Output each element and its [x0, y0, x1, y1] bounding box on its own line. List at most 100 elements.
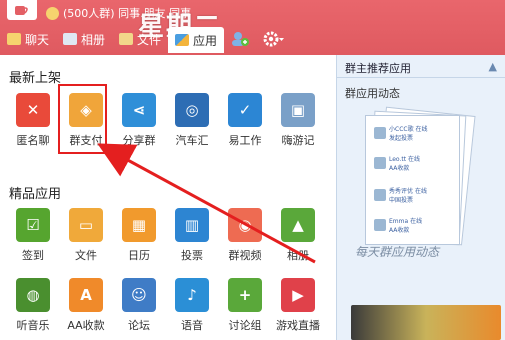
recommend-header: 群主推荐应用 ▲ [337, 55, 505, 78]
collapse-icon[interactable]: ▲ [489, 60, 497, 73]
group-tabs: 聊天 相册 文件 应用 [0, 26, 292, 53]
activity-entry: Emma 在线 AA收款 [374, 216, 422, 234]
app-label: 文件 [75, 249, 97, 262]
new-apps-title: 最新上架 [9, 71, 62, 86]
featured-row-1: ☑ 签到 ▭ 文件 ▦ 日历 ▥ 投票 ◉ 群视频 ▲ 相册 [8, 208, 326, 263]
aa-icon: A [69, 278, 103, 312]
app-discussion[interactable]: + 讨论组 [220, 278, 270, 333]
recommend-title: 群主推荐应用 [345, 62, 411, 75]
app-game-live[interactable]: ▶ 游戏直播 [273, 278, 323, 333]
app-checkin[interactable]: ☑ 签到 [8, 208, 58, 263]
app-work[interactable]: ✓ 易工作 [220, 93, 270, 148]
entry-status: 在线 [408, 156, 421, 163]
app-label: 相册 [287, 249, 309, 262]
video-icon: ◉ [228, 208, 262, 242]
app-label: 论坛 [128, 319, 150, 332]
app-music[interactable]: ◍ 听音乐 [8, 278, 58, 333]
entry-status: 在线 [414, 188, 427, 195]
folder-icon: ▭ [69, 208, 103, 242]
entry-name: 秀秀评优 [389, 188, 414, 195]
chat-icon [7, 33, 21, 45]
app-travel[interactable]: ▣ 嗨游记 [273, 93, 323, 148]
new-apps-row: ✕ 匿名聊 ◈ 群支付 ⋖ 分享群 ◎ 汽车汇 ✓ 易工作 ▣ 嗨游记 [8, 93, 326, 148]
app-label: 汽车汇 [175, 134, 209, 147]
app-label: 签到 [22, 249, 44, 262]
card-front: 小CCC歌 在线 发起投票 Leo.tt 在线 AA收款 秀秀评优 在线 中国投票 E… [365, 115, 460, 245]
apps-panel: 最新上架 ✕ 匿名聊 ◈ 群支付 ⋖ 分享群 ◎ 汽车汇 ✓ 易工作 ▣ 嗨游记… [0, 55, 335, 340]
avatar [374, 219, 386, 231]
tab-apps[interactable]: 应用 [168, 27, 225, 53]
apps-grid-icon [175, 34, 190, 46]
music-promo-thumbnail[interactable] [351, 305, 501, 340]
settings-button[interactable] [256, 27, 292, 51]
entry-action: 中国投票 [389, 197, 414, 204]
app-share-group[interactable]: ⋖ 分享群 [114, 93, 164, 148]
discussion-icon: + [228, 278, 262, 312]
music-icon: ◍ [16, 278, 50, 312]
activity-entry: 秀秀评优 在线 中国投票 [374, 186, 427, 204]
app-files[interactable]: ▭ 文件 [61, 208, 111, 263]
tab-files[interactable]: 文件 [112, 27, 168, 51]
tab-apps-label: 应用 [193, 33, 218, 48]
group-level-badge [46, 6, 59, 20]
checkin-icon: ☑ [16, 208, 50, 242]
entry-action: AA收款 [389, 227, 410, 234]
album-icon [63, 33, 78, 45]
tab-chat[interactable]: 聊天 [0, 27, 56, 51]
app-aa-payment[interactable]: A AA收款 [61, 278, 111, 333]
app-label: 日历 [128, 249, 150, 262]
share-icon: ⋖ [122, 93, 156, 127]
app-label: 游戏直播 [276, 319, 320, 332]
activity-subtitle: 群应用动态 [345, 87, 400, 100]
game-live-icon: ▶ [281, 278, 315, 312]
add-member-button[interactable] [224, 27, 256, 51]
calendar-icon: ▦ [122, 208, 156, 242]
app-label: 语音 [181, 319, 203, 332]
photo-icon: ▲ [281, 208, 315, 242]
app-label: 投票 [181, 249, 203, 262]
tab-files-label: 文件 [137, 32, 162, 47]
app-vote[interactable]: ▥ 投票 [167, 208, 217, 263]
work-icon: ✓ [228, 93, 262, 127]
tab-album[interactable]: 相册 [56, 27, 112, 51]
cup-icon [15, 5, 28, 15]
forum-icon: ☺ [122, 278, 156, 312]
activity-entry: Leo.tt 在线 AA收款 [374, 154, 420, 172]
entry-status: 在线 [415, 126, 428, 133]
add-user-icon [232, 32, 250, 46]
app-anonymous-chat[interactable]: ✕ 匿名聊 [8, 93, 58, 148]
app-forum[interactable]: ☺ 论坛 [114, 278, 164, 333]
app-photo[interactable]: ▲ 相册 [273, 208, 323, 263]
tab-chat-label: 聊天 [25, 32, 50, 47]
group-avatar[interactable] [7, 0, 37, 20]
entry-name: 小CCC歌 [389, 126, 414, 133]
entry-action: 发起投票 [389, 135, 414, 142]
entry-name: Leo.tt [389, 156, 407, 163]
group-pay-highlight [58, 84, 107, 154]
app-calendar[interactable]: ▦ 日历 [114, 208, 164, 263]
recommend-panel: 群主推荐应用 ▲ 群应用动态 小CCC歌 在线 发起投票 Leo.tt 在线 AA收… [336, 55, 505, 340]
activity-caption: 每天群应用动态 [355, 245, 440, 259]
app-label: 分享群 [122, 134, 156, 147]
avatar [374, 157, 386, 169]
app-label: 匿名聊 [16, 134, 50, 147]
entry-action: AA收款 [389, 165, 410, 172]
app-car[interactable]: ◎ 汽车汇 [167, 93, 217, 148]
folder-tab-icon [119, 33, 134, 45]
app-group-video[interactable]: ◉ 群视频 [220, 208, 270, 263]
voice-icon: ♪ [175, 278, 209, 312]
app-label: 嗨游记 [281, 134, 315, 147]
app-label: AA收款 [67, 319, 105, 332]
featured-row-2: ◍ 听音乐 A AA收款 ☺ 论坛 ♪ 语音 + 讨论组 ▶ 游戏直播 [8, 278, 326, 333]
avatar [374, 127, 386, 139]
entry-name: Emma [389, 218, 409, 225]
group-header: (500人群) 同事.朋友.同事 星期二 聊天 相册 文件 应用 [0, 0, 505, 55]
app-label: 听音乐 [16, 319, 50, 332]
app-label: 易工作 [228, 134, 262, 147]
app-voice[interactable]: ♪ 语音 [167, 278, 217, 333]
travel-icon: ▣ [281, 93, 315, 127]
avatar [374, 189, 386, 201]
activity-preview: 小CCC歌 在线 发起投票 Leo.tt 在线 AA收款 秀秀评优 在线 中国投票 E… [365, 106, 476, 246]
anonymous-chat-icon: ✕ [16, 93, 50, 127]
entry-status: 在线 [410, 218, 423, 225]
